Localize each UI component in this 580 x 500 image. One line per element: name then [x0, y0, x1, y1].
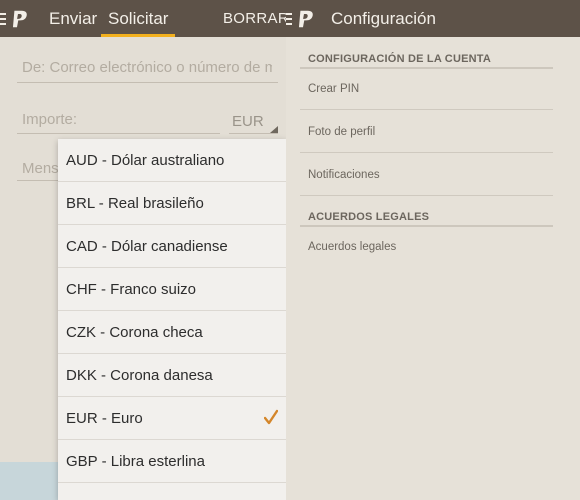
currency-option-eur[interactable]: EUR - Euro	[58, 397, 286, 440]
settings-panel: Configuración CONFIGURACIÓN DE LA CUENTA…	[286, 0, 580, 500]
amount-underline	[17, 133, 220, 134]
currency-option-dkk[interactable]: DKK - Corona danesa	[58, 354, 286, 397]
settings-nav-menu-button[interactable]	[286, 0, 316, 37]
currency-dropdown: AUD - Dólar australiano BRL - Real brasi…	[58, 139, 286, 500]
settings-top-bar: Configuración	[286, 0, 580, 37]
clear-button[interactable]: BORRAR	[223, 0, 286, 37]
top-bar: Enviar Solicitar BORRAR	[0, 0, 286, 37]
settings-item-acuerdos-legales[interactable]: Acuerdos legales	[308, 241, 396, 253]
currency-option-label: CAD - Dólar canadiense	[66, 238, 228, 255]
currency-option-czk[interactable]: CZK - Corona checa	[58, 311, 286, 354]
settings-title: Configuración	[331, 9, 436, 28]
currency-underline	[229, 133, 278, 134]
legal-heading: ACUERDOS LEGALES	[308, 211, 430, 223]
currency-option-label: CZK - Corona checa	[66, 324, 203, 341]
currency-option-chf[interactable]: CHF - Franco suizo	[58, 268, 286, 311]
item-divider	[300, 195, 553, 196]
paypal-logo-icon	[12, 10, 27, 27]
settings-item-crear-pin[interactable]: Crear PIN	[308, 83, 359, 95]
currency-option-label: GBP - Libra esterlina	[66, 453, 205, 470]
item-divider	[300, 109, 553, 110]
currency-option-label: EUR - Euro	[66, 410, 143, 427]
currency-option-label: AUD - Dólar australiano	[66, 152, 225, 169]
account-settings-heading: CONFIGURACIÓN DE LA CUENTA	[308, 53, 492, 65]
currency-option-brl[interactable]: BRL - Real brasileño	[58, 182, 286, 225]
dropdown-arrow-icon	[270, 126, 278, 133]
paypal-logo-icon	[298, 10, 313, 27]
menu-icon	[286, 12, 292, 25]
currency-option-label: DKK - Corona danesa	[66, 367, 213, 384]
settings-item-foto-perfil[interactable]: Foto de perfil	[308, 126, 375, 138]
recipient-underline	[17, 82, 278, 83]
item-divider	[300, 152, 553, 153]
currency-option-gbp[interactable]: GBP - Libra esterlina	[58, 440, 286, 483]
tab-solicitar[interactable]: Solicitar	[101, 0, 176, 37]
check-icon	[264, 409, 278, 425]
currency-option-cad[interactable]: CAD - Dólar canadiense	[58, 225, 286, 268]
currency-option-aud[interactable]: AUD - Dólar australiano	[58, 139, 286, 182]
nav-menu-button[interactable]	[0, 0, 30, 37]
tab-enviar[interactable]: Enviar	[49, 0, 97, 37]
section-divider	[300, 225, 553, 227]
amount-input[interactable]: Importe:	[22, 111, 77, 128]
currency-option-label: CHF - Franco suizo	[66, 281, 197, 298]
settings-item-notificaciones[interactable]: Notificaciones	[308, 169, 380, 181]
section-divider	[300, 67, 553, 69]
currency-select[interactable]: EUR	[232, 113, 264, 130]
payment-request-panel: Enviar Solicitar BORRAR De: Correo elect…	[0, 0, 286, 500]
recipient-input[interactable]: De: Correo electrónico o número de mó	[22, 59, 272, 76]
message-input[interactable]: Mens	[22, 160, 59, 177]
menu-icon	[0, 12, 6, 25]
currency-option-label: BRL - Real brasileño	[66, 195, 204, 212]
